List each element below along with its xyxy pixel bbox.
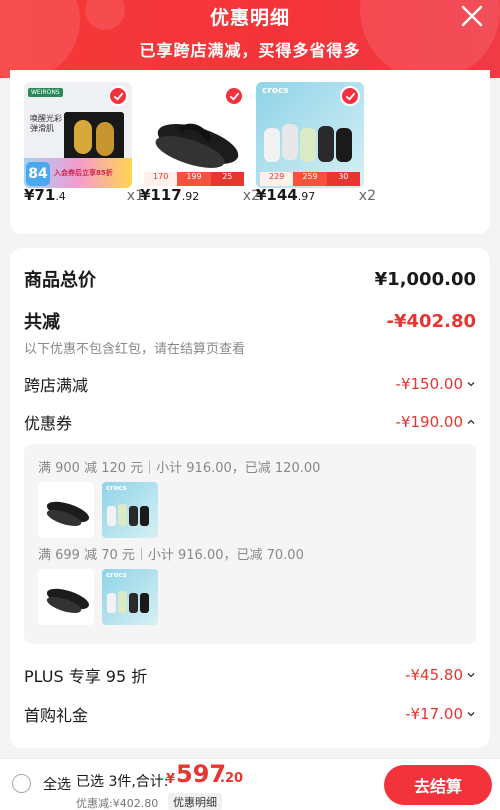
product-qty: x2 [358,188,376,204]
product-price-row: ¥144.97 x2 [256,186,376,208]
first-gift-row[interactable]: 首购礼金 -¥17.00 [24,702,476,726]
coupon-value: -¥190.00 [395,413,463,431]
mini-brand: crocs [106,571,127,579]
discount-note: 以下优惠不包含红包，请在结算页查看 [24,342,246,357]
first-gift-value-wrap: -¥17.00 [405,705,476,723]
price-tag-strip: 170 199 25 [144,172,244,186]
selected-check-icon[interactable] [340,86,360,106]
header-banner: 优惠明细 已享跨店满减，买得多省得多 [0,0,500,78]
mini-thumb-slides: crocs [102,569,158,625]
total-reduce-label: 共减 [24,312,60,333]
product-price: ¥71 [24,186,56,204]
close-icon[interactable] [458,2,486,30]
goods-total-label: 商品总价 [24,270,96,291]
price-tag-strip: 229 259 30 [260,172,360,186]
mask-sheet [96,122,114,156]
total-amount-decimal: .20 [220,771,244,786]
product-price-row: ¥117.92 x2 [140,186,260,208]
product-image: 170 199 25 [140,82,248,188]
plus-value-wrap: -¥45.80 [405,666,476,684]
checkout-bar: 全选 已选 3件,合计: ¥ 597 .20 优惠减:¥402.80 优惠明细 … [0,758,500,810]
chosen-count: 已选 3件,合计: [76,774,169,790]
mask-sheet [74,120,92,154]
first-gift-label: 首购礼金 [24,706,89,725]
product-price-row: ¥71.4 x1 [24,186,144,208]
tag-price: 199 [177,172,211,186]
product-price-decimal: .92 [181,190,200,203]
coupon-label: 优惠券 [24,414,73,433]
brand-tag: WEIRONS [28,88,63,97]
plus-label: PLUS 专享 95 折 [24,667,148,686]
product-image: WEIRONS 唤醒光彩 弹滑肌 84 入会券后立享85折 [24,82,132,188]
page-title: 优惠明细 [209,7,290,29]
product-price-decimal: .97 [297,190,316,203]
selected-check-icon[interactable] [108,86,128,106]
total-reduce-value: -¥402.80 [386,310,476,332]
product-item[interactable]: WEIRONS 唤醒光彩 弹滑肌 84 入会券后立享85折 [24,82,132,188]
cross-store-label: 跨店满减 [24,376,89,395]
tag-price: 170 [144,172,178,186]
mini-thumb-flipflop [38,569,94,625]
chevron-down-icon [467,673,475,678]
discount-summary: 商品总价 ¥1,000.00 共减 -¥402.80 以下优惠不包含红包，请在结… [10,248,490,748]
tag-price: 229 [260,172,294,186]
select-all-radio[interactable] [12,774,31,793]
total-currency: ¥ [166,772,176,787]
mini-brand: crocs [106,484,127,492]
goods-total-row: 商品总价 ¥1,000.00 [24,266,476,292]
total-reduce-row: 共减 -¥402.80 [24,308,476,334]
discount-detail-link[interactable]: 优惠明细 [168,793,222,810]
tag-price: 25 [210,172,244,186]
checkout-button[interactable]: 去结算 [384,765,492,805]
product-item[interactable]: 170 199 25 [140,82,248,188]
product-price: ¥117 [140,186,182,204]
mini-thumb-slides: crocs [102,482,158,538]
plus-value: -¥45.80 [405,666,463,684]
first-gift-value: -¥17.00 [405,705,463,723]
product-price: ¥144 [256,186,298,204]
product-image: crocs 229 259 30 [256,82,364,188]
goods-total-value: ¥1,000.00 [374,268,476,290]
tag-price: 259 [293,172,327,186]
chevron-up-icon [467,419,475,424]
coupon-value-wrap: -¥190.00 [396,413,476,431]
promo-badge-number: 84 [26,162,50,186]
cross-store-value-wrap: -¥150.00 [396,375,476,393]
selected-check-icon[interactable] [224,86,244,106]
cross-store-value: -¥150.00 [395,375,463,393]
box-text: 唤醒光彩 弹滑肌 [30,114,62,133]
page-subtitle: 已享跨店满减，买得多省得多 [139,41,361,60]
total-amount: 597 [176,760,227,788]
chevron-down-icon [467,712,475,717]
cross-store-row[interactable]: 跨店满减 -¥150.00 [24,372,476,396]
plus-discount-row[interactable]: PLUS 专享 95 折 -¥45.80 [24,663,476,687]
chevron-down-icon [467,382,475,387]
product-price-decimal: .4 [55,190,66,203]
tag-price: 30 [326,172,360,186]
product-list: WEIRONS 唤醒光彩 弹滑肌 84 入会券后立享85折 ¥71.4 x1 1… [10,70,490,234]
coupon-line: 满 900 减 120 元｜小计 916.00，已减 120.00 [38,461,321,476]
coupon-row[interactable]: 优惠券 -¥190.00 [24,410,476,434]
product-item[interactable]: crocs 229 259 30 [256,82,364,188]
mini-thumb-flipflop [38,482,94,538]
coupon-line: 满 699 减 70 元｜小计 916.00，已减 70.00 [38,548,304,563]
coupon-detail-box: 满 900 减 120 元｜小计 916.00，已减 120.00 crocs … [24,444,476,644]
reduced-amount: 优惠减:¥402.80 [76,797,159,810]
promo-badge-text: 入会券后立享85折 [54,169,113,177]
select-all-label[interactable]: 全选 [43,774,71,794]
